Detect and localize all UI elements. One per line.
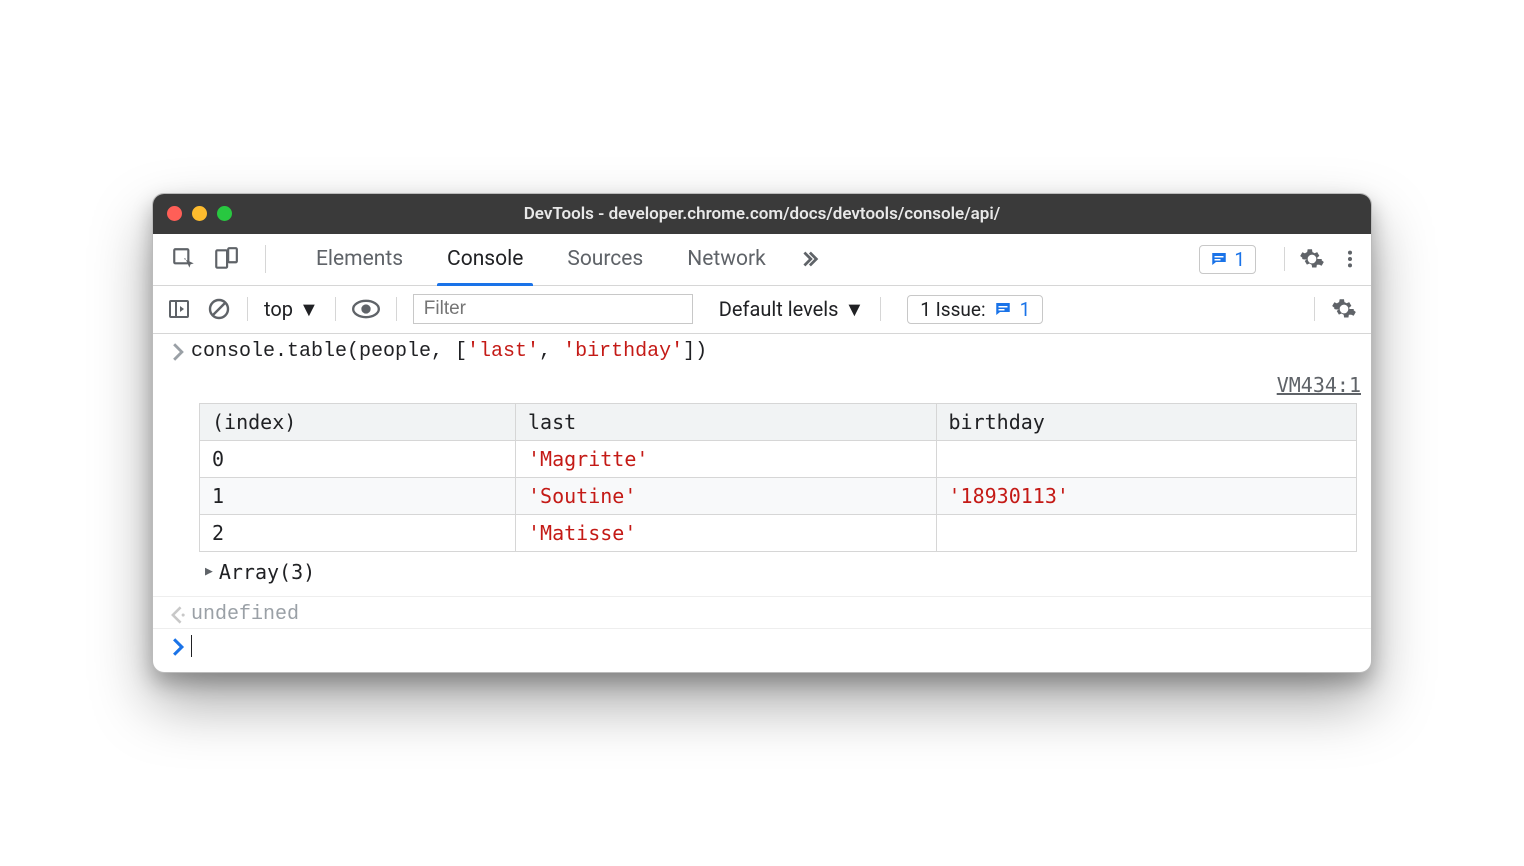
output-chevron-icon [165, 603, 191, 624]
more-tabs-icon[interactable] [798, 248, 820, 270]
text-cursor [191, 635, 192, 657]
live-expression-icon[interactable] [352, 298, 380, 320]
toggle-sidebar-icon[interactable] [167, 297, 191, 321]
array-summary-text: Array(3) [219, 560, 315, 584]
tab-label: Sources [567, 247, 643, 271]
levels-label: Default levels [719, 297, 839, 321]
titlebar: DevTools - developer.chrome.com/docs/dev… [153, 194, 1371, 234]
divider [1314, 297, 1315, 321]
traffic-lights [167, 206, 232, 221]
divider [396, 297, 397, 321]
messages-badge[interactable]: 1 [1199, 245, 1256, 274]
tab-label: Elements [316, 247, 403, 271]
minimize-window-button[interactable] [192, 206, 207, 221]
filter-input[interactable] [413, 294, 693, 324]
message-icon [1210, 250, 1228, 268]
console-return-row: undefined [153, 597, 1371, 629]
return-value: undefined [191, 603, 299, 626]
log-levels-selector[interactable]: Default levels ▼ [719, 297, 864, 322]
console-prompt-row[interactable] [153, 629, 1371, 672]
cell-index: 0 [200, 440, 516, 477]
col-index[interactable]: (index) [200, 403, 516, 440]
table-row: 0 'Magritte' [200, 440, 1357, 477]
tab-network[interactable]: Network [665, 234, 788, 285]
tabbar: Elements Console Sources Network 1 [153, 234, 1371, 286]
input-chevron-icon [165, 340, 191, 361]
col-last[interactable]: last [516, 403, 936, 440]
console-toolbar: top ▼ Default levels ▼ 1 Issue: 1 [153, 286, 1371, 334]
cell-last: 'Magritte' [516, 440, 936, 477]
device-toolbar-icon[interactable] [213, 246, 239, 272]
command-text: console.table(people, ['last', 'birthday… [191, 340, 707, 363]
tab-elements[interactable]: Elements [294, 234, 425, 285]
tab-label: Network [687, 247, 766, 271]
console-settings-icon[interactable] [1331, 296, 1357, 322]
context-selector[interactable]: top ▼ [264, 297, 319, 322]
devtools-window: DevTools - developer.chrome.com/docs/dev… [152, 193, 1372, 673]
console-body: console.table(people, ['last', 'birthday… [153, 334, 1371, 672]
cell-index: 1 [200, 477, 516, 514]
context-label: top [264, 297, 293, 321]
source-link[interactable]: VM434:1 [185, 373, 1371, 397]
fullscreen-window-button[interactable] [217, 206, 232, 221]
table-header-row: (index) last birthday [200, 403, 1357, 440]
prompt-chevron-icon [165, 635, 191, 656]
table-row: 1 'Soutine' '18930113' [200, 477, 1357, 514]
console-command-row: console.table(people, ['last', 'birthday… [153, 334, 1371, 363]
issues-badge[interactable]: 1 Issue: 1 [907, 295, 1043, 324]
divider [880, 297, 881, 321]
clear-console-icon[interactable] [207, 297, 231, 321]
cell-birthday [936, 440, 1357, 477]
messages-count: 1 [1234, 248, 1245, 271]
close-window-button[interactable] [167, 206, 182, 221]
cell-last: 'Soutine' [516, 477, 936, 514]
issues-label: 1 Issue: [920, 298, 985, 321]
issues-count: 1 [1020, 298, 1031, 321]
tab-label: Console [447, 247, 523, 271]
inspect-element-icon[interactable] [171, 246, 197, 272]
settings-icon[interactable] [1299, 246, 1325, 272]
cell-last: 'Matisse' [516, 514, 936, 551]
tab-console[interactable]: Console [425, 234, 545, 285]
divider [247, 297, 248, 321]
window-title: DevTools - developer.chrome.com/docs/dev… [153, 204, 1371, 224]
console-table: (index) last birthday 0 'Magritte' 1 'So… [199, 403, 1357, 552]
chevron-down-icon: ▼ [299, 297, 319, 322]
tab-sources[interactable]: Sources [545, 234, 665, 285]
message-icon [994, 300, 1012, 318]
table-row: 2 'Matisse' [200, 514, 1357, 551]
array-summary[interactable]: ▶ Array(3) [185, 558, 1371, 592]
cell-birthday [936, 514, 1357, 551]
cell-birthday: '18930113' [936, 477, 1357, 514]
chevron-down-icon: ▼ [844, 297, 864, 322]
disclosure-triangle-icon: ▶ [205, 564, 213, 579]
kebab-menu-icon[interactable] [1339, 246, 1361, 272]
col-birthday[interactable]: birthday [936, 403, 1357, 440]
divider [335, 297, 336, 321]
cell-index: 2 [200, 514, 516, 551]
divider [1284, 247, 1285, 271]
